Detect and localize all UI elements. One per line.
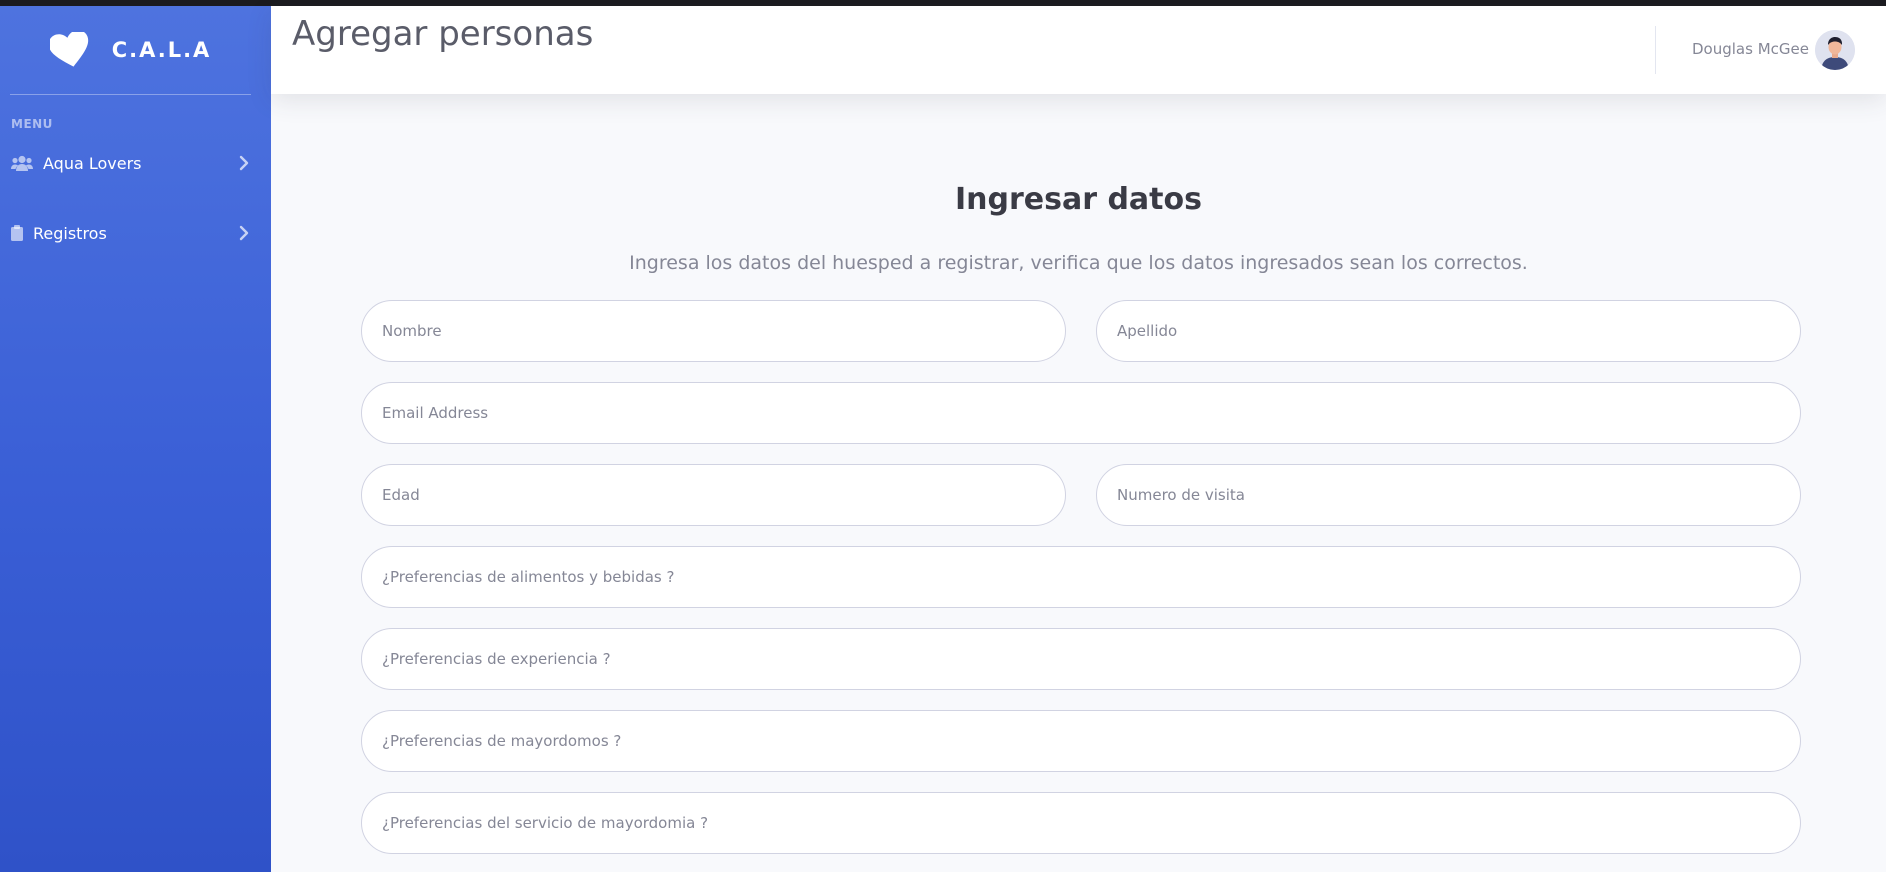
brand[interactable]: C.A.L.A (0, 6, 271, 94)
nombre-field[interactable] (361, 300, 1066, 362)
menu-heading: MENU (11, 117, 53, 131)
clipboard-icon (11, 225, 23, 241)
user-name[interactable]: Douglas McGee (1692, 40, 1809, 58)
sidebar: C.A.L.A MENU Aqua Lovers Registros (0, 6, 271, 872)
preferencias-mayordomos-field[interactable] (361, 710, 1801, 772)
sidebar-item-label: Aqua Lovers (43, 153, 142, 173)
form-title: Ingresar datos (954, 182, 1202, 217)
brand-name: C.A.L.A (111, 38, 212, 62)
form-subtitle: Ingresa los datos del huesped a registra… (629, 252, 1528, 274)
chevron-right-icon (239, 225, 249, 241)
sidebar-item-registros[interactable]: Registros (0, 215, 271, 251)
apellido-field[interactable] (1096, 300, 1801, 362)
chevron-right-icon (239, 155, 249, 171)
main-content: Ingresar datos Ingresa los datos del hue… (271, 94, 1886, 872)
numero-visita-field[interactable] (1096, 464, 1801, 526)
topbar-divider (1655, 26, 1656, 74)
page-title: Agregar personas (292, 14, 594, 54)
email-field[interactable] (361, 382, 1801, 444)
edad-field[interactable] (361, 464, 1066, 526)
sidebar-item-aqua-lovers[interactable]: Aqua Lovers (0, 145, 271, 181)
sidebar-item-label: Registros (33, 223, 107, 243)
preferencias-servicio-field[interactable] (361, 792, 1801, 854)
users-icon (11, 155, 33, 171)
preferencias-alimentos-field[interactable] (361, 546, 1801, 608)
preferencias-experiencia-field[interactable] (361, 628, 1801, 690)
avatar[interactable] (1815, 30, 1855, 70)
heart-icon (49, 32, 90, 68)
topbar: Agregar personas Douglas McGee (271, 6, 1886, 94)
